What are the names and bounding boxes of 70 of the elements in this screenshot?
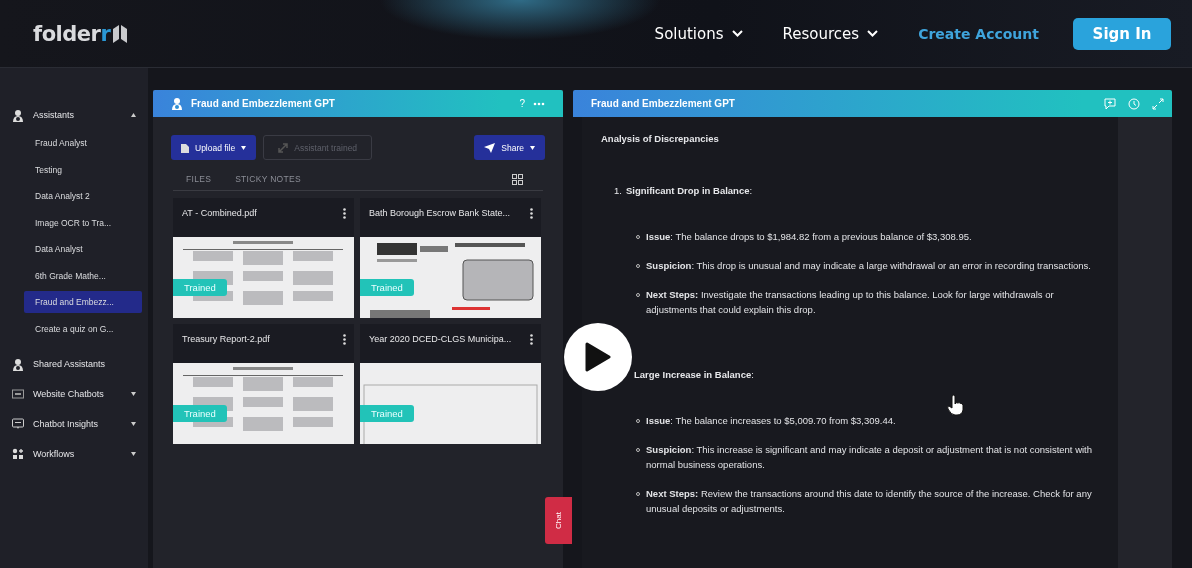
trained-status: Trained <box>173 279 227 296</box>
sidebar-item[interactable]: 6th Grade Mathe... <box>24 264 142 287</box>
trained-status: Trained <box>360 405 414 422</box>
sidebar-section-label: Chatbot Insights <box>33 419 100 429</box>
sidebar-section-label: Shared Assistants <box>33 359 107 369</box>
file-card[interactable]: Year 2020 DCED-CLGS Municipa... Trained <box>360 324 541 444</box>
sidebar-section-label: Assistants <box>33 110 75 120</box>
nav-menu[interactable]: Resources <box>782 24 879 43</box>
chat-tab[interactable]: Chat <box>545 497 572 544</box>
sidebar-section[interactable]: Workflows <box>0 439 148 469</box>
kebab-menu-icon[interactable] <box>343 207 346 219</box>
response-heading: Analysis of Discrepancies <box>601 132 720 146</box>
logo-wordmark[interactable]: folderr <box>33 21 111 46</box>
arrows-icon <box>278 142 289 153</box>
list-item-title: Large Increase in Balance: <box>634 368 754 382</box>
chatbot-icon <box>12 387 24 401</box>
tab[interactable]: STICKY NOTES <box>235 174 301 184</box>
share-button[interactable]: Share <box>474 135 545 160</box>
sidebar-section[interactable]: Assistants <box>0 100 148 130</box>
bullet-text: Next Steps: Investigate the transactions leading up to this balance. Look for large withdrawals or adjustments that could explain this drop. <box>646 288 1055 317</box>
create-account-link[interactable]: Create Account <box>918 25 1039 42</box>
trained-status: Trained <box>173 405 227 422</box>
sidebar-item[interactable]: Data Analyst 2 <box>24 185 142 207</box>
speech-screen-icon <box>12 417 24 431</box>
sidebar-section[interactable]: Website Chatbots <box>0 379 148 409</box>
kebab-menu-icon[interactable] <box>343 333 346 345</box>
caret-down-icon <box>241 145 247 150</box>
list-item-title: Significant Drop in Balance: <box>625 184 753 198</box>
grid-view-icon[interactable] <box>512 173 523 185</box>
sidebar-section-label: Workflows <box>33 449 76 459</box>
kebab-menu-icon[interactable] <box>530 333 533 345</box>
tab[interactable]: FILES <box>186 174 212 184</box>
sidebar-section[interactable]: Chatbot Insights <box>0 409 148 439</box>
file-card[interactable]: Bath Borough Escrow Bank State... Trained <box>360 198 541 318</box>
workflow-icon <box>12 447 24 461</box>
sidebar-item[interactable]: Create a quiz on G... <box>24 317 142 340</box>
sidebar-section-label: Website Chatbots <box>33 389 105 399</box>
upload-file-button[interactable]: Upload file <box>171 135 257 160</box>
sidebar-item[interactable]: Image OCR to Tra... <box>24 211 142 234</box>
bullet-text: Suspicion: This increase is significant and may indicate a deposit or adjustment that is not consistent with normal business operations. <box>646 443 1094 472</box>
file-name: Treasury Report-2.pdf <box>182 334 271 344</box>
file-card[interactable]: Treasury Report-2.pdf Trained <box>173 324 354 444</box>
bullet-text: Issue: The balance increases to $5,009.70 from $3,309.44. <box>646 414 896 428</box>
file-icon <box>181 142 189 153</box>
panel-title: Fraud and Embezzlement GPT <box>191 98 336 109</box>
file-name: Bath Borough Escrow Bank State... <box>369 208 512 218</box>
caret-down-icon <box>530 145 535 150</box>
file-card[interactable]: AT - Combined.pdf Trained <box>173 198 354 318</box>
sidebar-item[interactable]: Fraud and Embezz... <box>24 291 142 313</box>
file-name: AT - Combined.pdf <box>182 208 258 218</box>
person-icon <box>12 108 24 122</box>
nav-menu[interactable]: Solutions <box>654 24 743 43</box>
logo-mark-icon[interactable] <box>112 23 129 44</box>
file-name: Year 2020 DCED-CLGS Municipa... <box>369 334 513 344</box>
trained-status: Trained <box>360 279 414 296</box>
send-icon <box>484 142 496 153</box>
person-icon <box>171 97 183 110</box>
person-icon <box>12 357 24 371</box>
bullet-text: Suspicion: This drop is unusual and may indicate a large withdrawal or an error in recording transactions. <box>646 259 1091 273</box>
sidebar-item[interactable]: Data Analyst <box>24 238 142 260</box>
pointer-hand-icon <box>946 394 964 416</box>
bullet-text: Issue: The balance drops to $1,984.82 from a previous balance of $3,308.95. <box>646 230 972 244</box>
play-icon <box>585 342 611 372</box>
sidebar-item[interactable]: Testing <box>24 158 142 181</box>
sidebar-section[interactable]: Shared Assistants <box>0 349 148 379</box>
panel-title: Fraud and Embezzlement GPT <box>591 98 736 109</box>
sidebar-item[interactable]: Fraud Analyst <box>24 132 142 154</box>
bullet-text: Next Steps: Review the transactions around this date to identify the source of the increase. Check for any unusual deposits or adjustments. <box>646 487 1093 516</box>
list-number: 1. <box>614 184 622 198</box>
kebab-menu-icon[interactable] <box>530 207 533 219</box>
